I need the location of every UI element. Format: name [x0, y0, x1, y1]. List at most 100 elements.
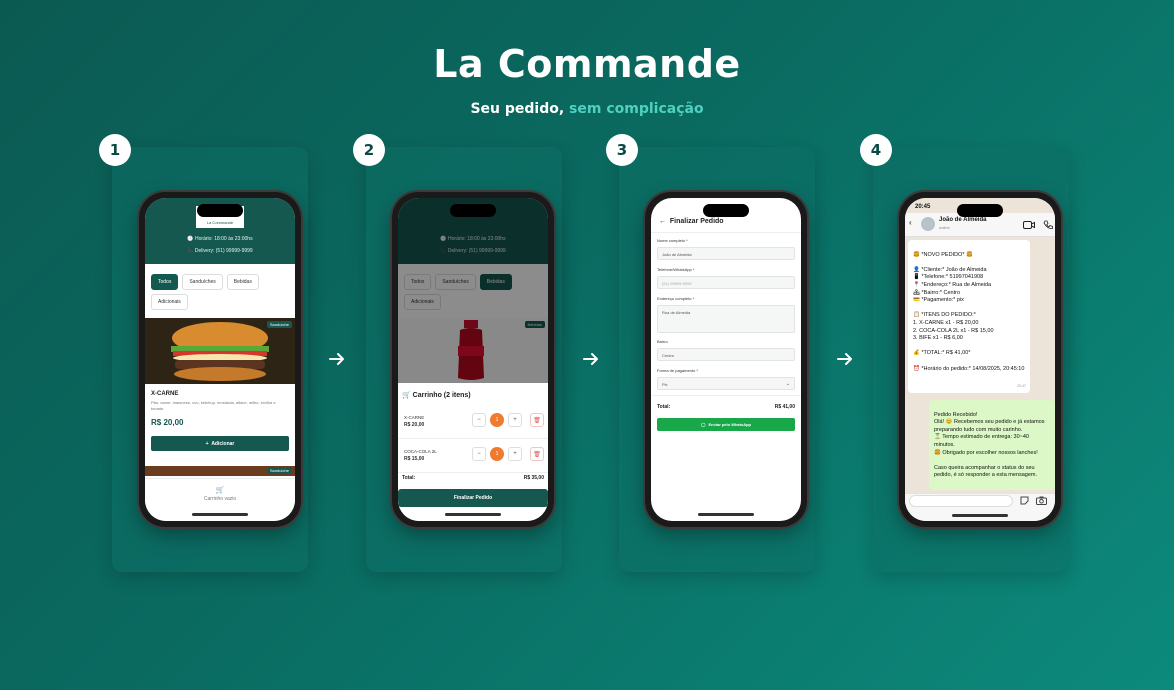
arrow-right-icon: [583, 353, 598, 365]
name-field[interactable]: João de Almeida: [657, 247, 795, 260]
dynamic-island: [197, 204, 243, 217]
back-arrow-icon[interactable]: ←: [659, 218, 666, 225]
hero-title: La Commande: [433, 42, 741, 86]
phone-cart: 🕓 Horário: 18:00 às 23:00hs 📞 Delivery: …: [392, 192, 554, 527]
checkout-screen: ← Finalizar Pedido Nome completo * João …: [651, 198, 801, 521]
cart-item: COCA-COLA 2L R$ 15,00 − 1 + 🗑: [398, 439, 548, 473]
video-call-icon[interactable]: [1023, 221, 1035, 229]
add-button-label: Adicionar: [211, 440, 235, 447]
arrow-right-icon: [837, 353, 852, 365]
product-name: X-CARNE: [151, 391, 179, 397]
modal-overlay[interactable]: [398, 198, 548, 383]
dynamic-island: [450, 204, 496, 217]
cart-item-price: R$ 15,00: [404, 456, 425, 462]
cart-title: 🛒 Carrinho (2 itens): [402, 392, 471, 399]
back-chevron-icon[interactable]: ‹: [909, 218, 912, 227]
total-value: R$ 41,00: [774, 404, 795, 410]
page-title: Finalizar Pedido: [669, 218, 724, 225]
sticker-icon[interactable]: [1020, 496, 1029, 505]
cart-item: X-CARNE R$ 20,00 − 1 + 🗑: [398, 405, 548, 439]
add-button[interactable]: + Adicionar: [151, 436, 289, 451]
cart-empty-label: Carrinho vazio: [203, 496, 237, 502]
avatar[interactable]: [921, 217, 935, 231]
cart-item-name: X-CARNE: [404, 415, 425, 420]
address-label: Endereço completo *: [657, 296, 695, 301]
total-label: Total:: [657, 404, 671, 410]
status-time: 20:45: [915, 204, 931, 210]
menu-screen: La Commande 🕓 Horário: 18:00 às 23:00hs …: [145, 198, 295, 521]
neighborhood-field[interactable]: Centro: [657, 348, 795, 361]
trash-icon[interactable]: 🗑: [530, 413, 544, 427]
decrease-button[interactable]: −: [472, 447, 486, 461]
address-field[interactable]: Rua de Almeida: [657, 305, 795, 333]
dynamic-island: [703, 204, 749, 217]
phone-checkout: ← Finalizar Pedido Nome completo * João …: [645, 192, 807, 527]
name-label: Nome completo *: [657, 238, 688, 243]
category-tag: Sanduíche: [266, 321, 292, 328]
step-badge-4: 4: [860, 134, 892, 166]
payment-value: Pix: [662, 382, 668, 387]
checkout-button-label: Finalizar Pedido: [453, 495, 493, 501]
burger-image: Sanduíche: [145, 318, 295, 384]
checkout-button[interactable]: Finalizar Pedido: [398, 489, 548, 507]
store-hours: 🕓 Horário: 18:00 às 23:00hs: [187, 236, 253, 242]
increase-button[interactable]: +: [508, 413, 522, 427]
step-badge-1: 1: [99, 134, 131, 166]
cart-total-value: R$ 35,00: [523, 475, 544, 481]
checkout-header: ← Finalizar Pedido: [659, 218, 724, 225]
product-price: R$ 20,00: [151, 418, 184, 427]
order-message-text: 🍔 *NOVO PEDIDO* 🍔 👤 *Cliente:* João de A…: [913, 251, 1025, 372]
reply-message-text: Pedido Recebido! Olá! 😊 Recebemos seu pe…: [934, 411, 1045, 479]
order-message: 🍔 *NOVO PEDIDO* 🍔 👤 *Cliente:* João de A…: [908, 240, 1030, 393]
cart-icon: 🛒: [215, 487, 225, 494]
home-indicator: [698, 513, 754, 516]
hero-subtitle: Seu pedido, sem complicação: [0, 101, 1174, 117]
message-time: 20:47: [1017, 384, 1026, 389]
tab-bebidas[interactable]: Bebidas: [226, 274, 259, 290]
step-badge-2: 2: [353, 134, 385, 166]
contact-name[interactable]: João de Almeida: [939, 217, 986, 223]
store-delivery: 📞 Delivery: (51) 99999-9999: [187, 248, 253, 254]
whatsapp-icon: ◯: [701, 422, 706, 427]
home-indicator: [952, 514, 1008, 517]
chevron-down-icon: ⌄: [785, 381, 790, 387]
phone-field[interactable]: (51) 99999-9999: [657, 276, 795, 289]
phone-label: Telefone/WhatsApp *: [657, 267, 695, 272]
payment-label: Forma de pagamento *: [657, 368, 698, 373]
category-tabs: Todos Sanduíches Bebidas Adicionais: [151, 274, 289, 310]
subtitle-plain: Seu pedido,: [470, 101, 565, 117]
whatsapp-screen: 20:45 ‹ João de Almeida online 🍔 *NOVO P…: [905, 198, 1055, 521]
cart-total-label: Total:: [402, 475, 416, 481]
tab-todos[interactable]: Todos: [151, 274, 179, 290]
increase-button[interactable]: +: [508, 447, 522, 461]
payment-select[interactable]: Pix ⌄: [657, 377, 795, 390]
dynamic-island: [957, 204, 1003, 217]
step-badge-3: 3: [606, 134, 638, 166]
subtitle-accent: sem complicação: [569, 101, 704, 117]
cart-item-price: R$ 20,00: [404, 422, 425, 428]
arrow-right-icon: [329, 353, 344, 365]
burger-image-2: Sanduíche: [145, 466, 295, 476]
trash-icon[interactable]: 🗑: [530, 447, 544, 461]
category-tag: Sanduíche: [266, 467, 292, 474]
tab-sanduiches[interactable]: Sanduíches: [182, 274, 223, 290]
send-whatsapp-label: Enviar pelo WhatsApp: [708, 422, 751, 427]
phone-whatsapp: 20:45 ‹ João de Almeida online 🍔 *NOVO P…: [899, 192, 1061, 527]
phone-menu: La Commande 🕓 Horário: 18:00 às 23:00hs …: [139, 192, 301, 527]
message-input[interactable]: [909, 495, 1013, 507]
send-whatsapp-button[interactable]: ◯ Enviar pelo WhatsApp: [657, 418, 795, 431]
camera-icon[interactable]: [1036, 496, 1047, 505]
cart-sheet: 🛒 Carrinho (2 itens) X-CARNE R$ 20,00 − …: [398, 383, 548, 521]
reply-message: Pedido Recebido! Olá! 😊 Recebemos seu pe…: [929, 400, 1055, 490]
phone-call-icon[interactable]: [1043, 220, 1053, 230]
decrease-button[interactable]: −: [472, 413, 486, 427]
neighborhood-label: Bairro: [657, 339, 668, 344]
home-indicator: [192, 513, 248, 516]
contact-status: online: [939, 225, 950, 230]
plus-icon: +: [205, 440, 209, 447]
cart-screen: 🕓 Horário: 18:00 às 23:00hs 📞 Delivery: …: [398, 198, 548, 521]
quantity-value: 1: [490, 447, 504, 461]
quantity-value: 1: [490, 413, 504, 427]
home-indicator: [445, 513, 501, 516]
tab-adicionais[interactable]: Adicionais: [151, 294, 188, 310]
